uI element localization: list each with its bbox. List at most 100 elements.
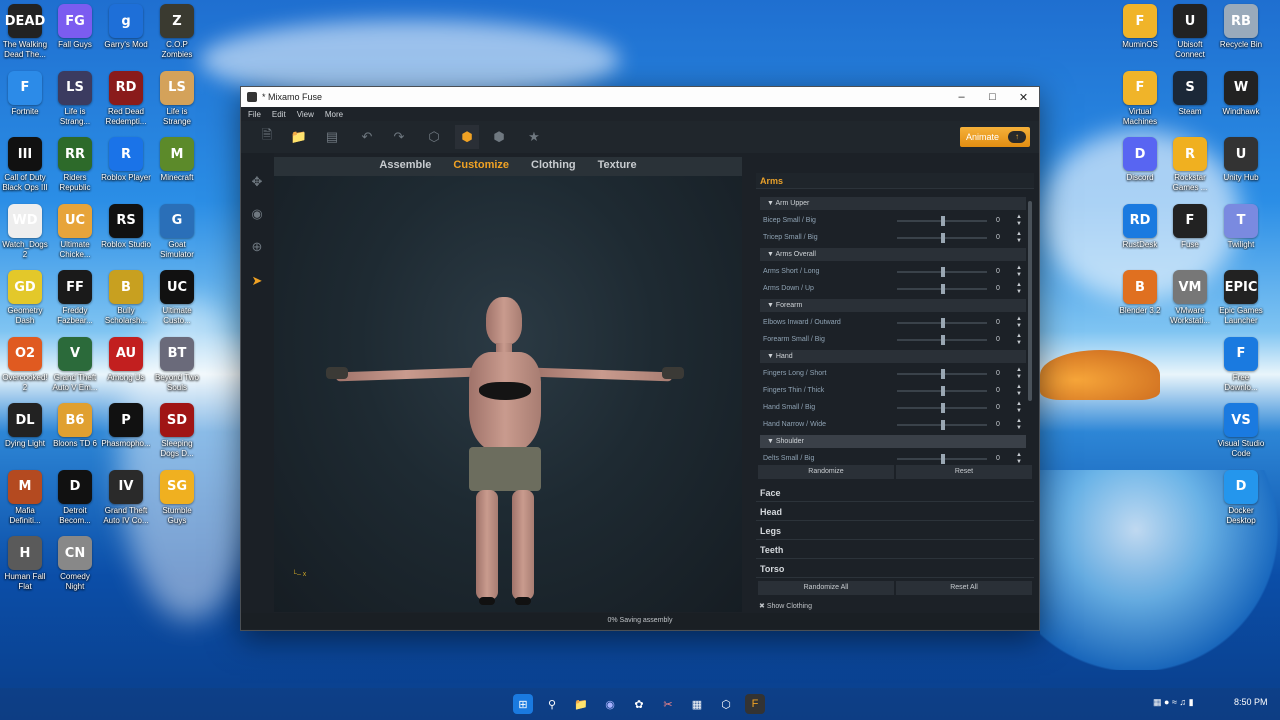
desktop-icon[interactable]: UC Ultimate Chicke... [50,203,100,260]
slider-value[interactable]: 0 [996,333,1000,347]
desktop-icon[interactable]: D Discord [1115,137,1165,183]
spinner-arrows-icon[interactable]: ▲ ▼ [1016,401,1022,415]
desktop-icon[interactable]: RS Roblox Studio [101,203,151,250]
slider-handle[interactable] [941,267,945,277]
desktop-icon[interactable]: M Mafia Definiti... [0,469,50,526]
category-torso[interactable]: Torso [756,561,1034,578]
desktop-icon[interactable]: DL Dying Light [0,403,50,449]
desktop-icon[interactable]: W Windhawk [1216,70,1266,117]
desktop-icon[interactable]: H Human Fall Flat [0,536,50,592]
desktop-icon[interactable]: EPIC Epic Games Launcher [1216,270,1266,326]
wireframe-cube-icon[interactable]: ⬡ [424,127,444,147]
desktop-icon[interactable]: T Twilight [1216,203,1266,250]
desktop-icon[interactable]: B Blender 3.2 [1115,270,1165,316]
spinner-arrows-icon[interactable]: ▲ ▼ [1016,265,1022,279]
group-header[interactable]: ▼ Hand [760,350,1026,363]
desktop-icon[interactable]: UC Ultimate Custo... [152,270,202,326]
spinner-arrows-icon[interactable]: ▲ ▼ [1016,231,1022,245]
group-header[interactable]: ▼ Shoulder [760,435,1026,448]
desktop-icon[interactable]: RD Red Dead Redempti... [101,70,151,127]
rotate-icon[interactable]: ◉ [249,206,265,222]
category-teeth[interactable]: Teeth [756,542,1034,559]
desktop-icon[interactable]: FG Fall Guys [50,4,100,50]
slider-handle[interactable] [941,284,945,294]
target-icon[interactable]: ⊕ [249,239,265,255]
desktop-icon[interactable]: P Phasmopho... [101,403,151,449]
desktop-icon[interactable]: LS Life is Strang... [50,70,100,127]
solid-cube-icon[interactable]: ⬢ [455,125,479,149]
animate-button[interactable]: Animate ↑ [960,127,1030,147]
desktop-icon[interactable]: AU Among Us [101,336,151,383]
tray-icons[interactable]: ▦ ● ≈ ♫ ▮ [1153,697,1194,708]
spinner-arrows-icon[interactable]: ▲ ▼ [1016,418,1022,432]
spinner-arrows-icon[interactable]: ▲ ▼ [1016,316,1022,330]
desktop-icon[interactable]: M Minecraft [152,137,202,183]
desktop-icon[interactable]: G Goat Simulator [152,203,202,260]
desktop-icon[interactable]: V Grand Theft Auto V Em... [50,336,100,393]
slider-handle[interactable] [941,233,945,243]
desktop-icon[interactable]: WD Watch_Dogs 2 [0,203,50,260]
slider-value[interactable]: 0 [996,418,1000,432]
slider-handle[interactable] [941,369,945,379]
slider-value[interactable]: 0 [996,316,1000,330]
slider-handle[interactable] [941,403,945,413]
tab-assemble[interactable]: Assemble [368,157,442,176]
select-cursor-icon[interactable]: ➤ [249,273,265,289]
textured-cube-icon[interactable]: ⬢ [489,127,509,147]
randomize-button[interactable]: Randomize [758,465,894,479]
star-icon[interactable]: ★ [524,127,544,147]
show-clothing-toggle[interactable]: ✖ Show Clothing [759,602,812,610]
file-explorer-icon[interactable]: 📁 [571,694,591,714]
desktop-icon[interactable]: DEAD The Walking Dead The... [0,4,50,60]
slider-handle[interactable] [941,335,945,345]
randomize-all-button[interactable]: Randomize All [758,581,894,595]
desktop-icon[interactable]: F MuminOS [1115,4,1165,50]
slider-handle[interactable] [941,386,945,396]
category-face[interactable]: Face [756,485,1034,502]
desktop-icon[interactable]: SG Stumble Guys [152,469,202,526]
menu-file[interactable]: File [248,110,261,119]
desktop-icon[interactable]: B6 Bloons TD 6 [50,403,100,449]
section-arms[interactable]: Arms [756,173,1034,189]
desktop-icon[interactable]: g Garry's Mod [101,4,151,50]
slider-handle[interactable] [941,216,945,226]
unity-icon[interactable]: ⬡ [716,694,736,714]
fuse-taskbar-icon[interactable]: F [745,694,765,714]
desktop-icon[interactable]: F Virtual Machines [1115,70,1165,127]
clock[interactable]: 8:50 PM [1234,697,1268,707]
tab-customize[interactable]: Customize [442,157,520,176]
slider-value[interactable]: 0 [996,231,1000,245]
group-header[interactable]: ▼ Arm Upper [760,197,1026,210]
desktop-icon[interactable]: F Fuse [1165,203,1215,250]
spinner-arrows-icon[interactable]: ▲ ▼ [1016,214,1022,228]
desktop-icon[interactable]: RB Recycle Bin [1216,4,1266,50]
undo-icon[interactable]: ↶ [357,127,377,147]
desktop-icon[interactable]: D Docker Desktop [1216,469,1266,526]
desktop-icon[interactable]: SD Sleeping Dogs D... [152,403,202,459]
desktop-icon[interactable]: O2 Overcooked! 2 [0,336,50,393]
desktop-icon[interactable]: GD Geometry Dash [0,270,50,326]
snipping-tool-icon[interactable]: ✂ [658,694,678,714]
desktop-icon[interactable]: FF Freddy Fazbear... [50,270,100,326]
discord-taskbar-icon[interactable]: ◉ [600,694,620,714]
category-head[interactable]: Head [756,504,1034,521]
desktop-icon[interactable]: U Unity Hub [1216,137,1266,183]
slider-handle[interactable] [941,454,945,464]
minimize-button[interactable]: – [946,87,977,107]
tab-clothing[interactable]: Clothing [520,157,587,176]
tab-texture[interactable]: Texture [587,157,648,176]
spinner-arrows-icon[interactable]: ▲ ▼ [1016,367,1022,381]
desktop-icon[interactable]: R Roblox Player [101,137,151,183]
slider-value[interactable]: 0 [996,214,1000,228]
start-button[interactable]: ⊞ [513,694,533,714]
desktop-icon[interactable]: U Ubisoft Connect [1165,4,1215,60]
desktop-icon[interactable]: R Rockstar Games ... [1165,137,1215,193]
desktop-icon[interactable]: CN Comedy Night [50,536,100,592]
desktop-icon[interactable]: D Detroit Becom... [50,469,100,526]
slider-value[interactable]: 0 [996,367,1000,381]
spinner-arrows-icon[interactable]: ▲ ▼ [1016,282,1022,296]
menu-view[interactable]: View [297,110,314,119]
desktop-icon[interactable]: S Steam [1165,70,1215,117]
chatgpt-icon[interactable]: ✿ [629,694,649,714]
save-icon[interactable]: ▤ [322,127,342,147]
